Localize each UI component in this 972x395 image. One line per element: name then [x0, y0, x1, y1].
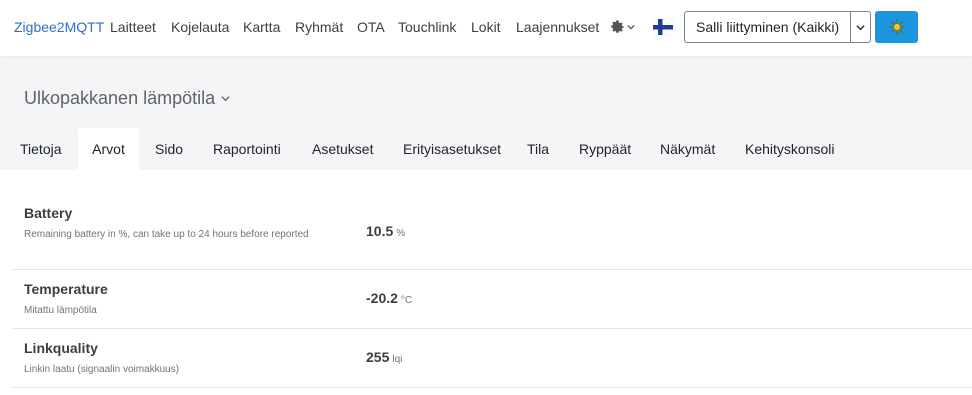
device-tabs: Tietoja Arvot Sido Raportointi Asetukset…: [0, 128, 972, 170]
device-selector[interactable]: Ulkopakkanen lämpötila: [24, 88, 230, 109]
expose-description: Mitattu lämpötila: [24, 305, 97, 316]
expose-unit: %: [396, 228, 406, 239]
chevron-down-icon: [221, 96, 230, 102]
tab-settings[interactable]: Asetukset: [312, 128, 373, 170]
tab-exposes[interactable]: Arvot: [78, 128, 139, 170]
theme-toggle-button[interactable]: [875, 11, 918, 43]
permit-join-label[interactable]: Salli liittyminen (Kaikki): [685, 19, 850, 35]
permit-join-select[interactable]: Salli liittyminen (Kaikki): [684, 11, 871, 43]
tab-clusters[interactable]: Ryppäät: [579, 128, 631, 170]
nav-link-dashboard[interactable]: Kojelauta: [171, 19, 229, 35]
expose-value: 10.5%: [366, 223, 406, 239]
nav-link-extensions[interactable]: Laajennukset: [516, 19, 599, 35]
chevron-down-icon: [627, 24, 635, 30]
expose-unit: °C: [400, 295, 413, 306]
expose-description: Remaining battery in %, can take up to 2…: [24, 229, 309, 240]
tab-state[interactable]: Tila: [527, 128, 549, 170]
chevron-down-icon: [856, 24, 865, 30]
nav-link-touchlink[interactable]: Touchlink: [398, 19, 456, 35]
expose-row-temperature: Temperature Mitattu lämpötila -20.2 °C: [12, 270, 972, 329]
nav-link-map[interactable]: Kartta: [243, 19, 280, 35]
nav-link-devices[interactable]: Laitteet: [110, 19, 156, 35]
brand-link[interactable]: Zigbee2MQTT: [14, 19, 104, 35]
finland-flag-icon[interactable]: [653, 17, 673, 37]
settings-dropdown[interactable]: [610, 15, 636, 39]
exposes-card: Battery Remaining battery in %, can take…: [0, 170, 972, 395]
expose-row-linkquality: Linkquality Linkin laatu (signaalin voim…: [12, 329, 972, 388]
expose-name: Temperature: [24, 281, 108, 297]
expose-unit: lqi: [392, 354, 403, 365]
permit-join-toggle[interactable]: [850, 12, 870, 42]
top-navbar: Zigbee2MQTT Laitteet Kojelauta Kartta Ry…: [0, 0, 972, 56]
device-title: Ulkopakkanen lämpötila: [24, 88, 216, 108]
expose-value: 255 lqi: [366, 349, 403, 365]
tab-bind[interactable]: Sido: [155, 128, 183, 170]
nav-link-ota[interactable]: OTA: [357, 19, 385, 35]
expose-name: Battery: [24, 205, 73, 221]
tab-specific-settings[interactable]: Erityisasetukset: [403, 128, 501, 170]
sun-icon: [888, 19, 905, 35]
expose-row-battery: Battery Remaining battery in %, can take…: [12, 190, 972, 270]
tab-dev-console[interactable]: Kehityskonsoli: [745, 128, 835, 170]
nav-link-groups[interactable]: Ryhmät: [295, 19, 343, 35]
tab-scenes[interactable]: Näkymät: [660, 128, 715, 170]
expose-name: Linkquality: [24, 340, 98, 356]
nav-link-logs[interactable]: Lokit: [471, 19, 501, 35]
gear-icon: [611, 19, 624, 33]
expose-value: -20.2 °C: [366, 290, 413, 306]
expose-description: Linkin laatu (signaalin voimakkuus): [24, 364, 180, 375]
tab-reporting[interactable]: Raportointi: [213, 128, 281, 170]
tab-about[interactable]: Tietoja: [20, 128, 62, 170]
